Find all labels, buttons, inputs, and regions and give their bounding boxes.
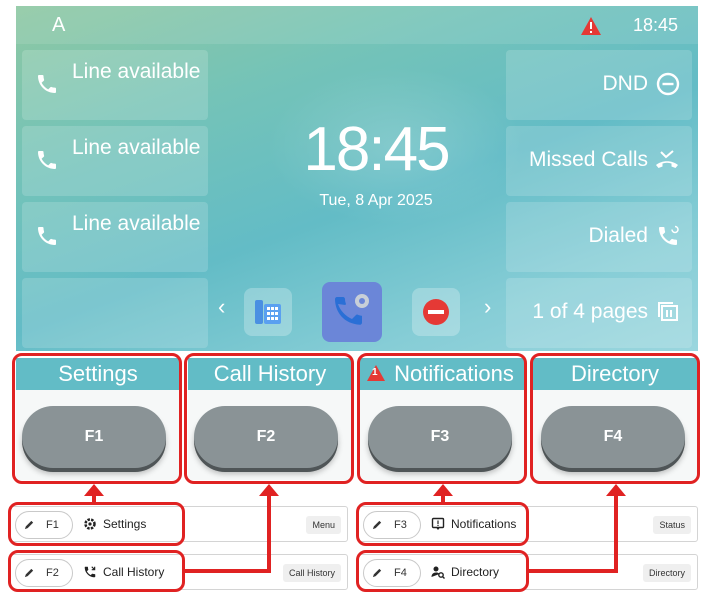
row-tag: Directory	[642, 564, 691, 582]
highlight-row-f4	[356, 550, 529, 592]
highlight-softkey-f1	[12, 353, 182, 484]
missed-calls-key[interactable]: Missed Calls	[506, 126, 692, 196]
dialed-key[interactable]: Dialed	[506, 202, 692, 272]
dnd-label: DND	[602, 72, 649, 95]
chevron-right-icon[interactable]: ›	[484, 294, 491, 320]
line-key-3[interactable]: Line available	[22, 202, 208, 272]
phone-icon	[35, 72, 59, 101]
line-key-label: Line available	[72, 136, 201, 159]
phone-icon	[35, 148, 59, 177]
status-bar: A 18:45	[16, 6, 698, 44]
chevron-left-icon[interactable]: ‹	[218, 294, 225, 320]
row-tag: Status	[653, 516, 691, 534]
row-tag: Menu	[306, 516, 341, 534]
missed-calls-label: Missed Calls	[528, 148, 648, 171]
missed-call-icon	[654, 148, 680, 177]
clock-time: 18:45	[303, 115, 450, 184]
arrow-up-icon	[606, 484, 626, 496]
phone-keypad-icon[interactable]	[244, 288, 292, 336]
pages-icon	[656, 300, 680, 329]
highlight-softkey-f2	[184, 353, 354, 484]
account-label: A	[52, 14, 66, 36]
status-time: 18:45	[632, 15, 678, 35]
dnd-key[interactable]: DND	[506, 50, 692, 120]
warning-icon[interactable]	[580, 16, 602, 41]
minus-circle-icon	[656, 72, 680, 101]
highlight-row-f1	[8, 502, 185, 546]
highlight-row-f2	[8, 550, 185, 592]
connector-f2-vertical	[267, 494, 271, 572]
line-key-1[interactable]: Line available	[22, 50, 208, 120]
line-key-label: Line available	[72, 60, 201, 83]
row-tag: Call History	[282, 564, 341, 582]
connector-f4-vertical	[614, 494, 618, 572]
dialed-call-icon	[656, 224, 680, 253]
highlight-row-f3	[356, 502, 529, 546]
no-entry-icon[interactable]	[412, 288, 460, 336]
arrow-up-icon	[84, 484, 104, 496]
line-key-label: Line available	[72, 212, 201, 235]
connector-f4-horizontal	[529, 569, 618, 573]
highlight-softkey-f3	[357, 353, 527, 484]
highlight-softkey-f4	[530, 353, 700, 484]
clock-date: Tue, 8 Apr 2025	[319, 192, 433, 209]
arrow-up-icon	[259, 484, 279, 496]
pages-label: 1 of 4 pages	[532, 300, 648, 323]
connector-f2-horizontal	[185, 569, 271, 573]
line-key-empty[interactable]	[22, 278, 208, 348]
phone-ui-diagram: A 18:45 Line available Line available Li…	[0, 0, 707, 592]
pages-key[interactable]: 1 of 4 pages	[506, 278, 692, 348]
phone-icon	[35, 224, 59, 253]
dialed-label: Dialed	[588, 224, 648, 247]
call-settings-icon[interactable]	[322, 282, 382, 342]
line-key-2[interactable]: Line available	[22, 126, 208, 196]
phone-screen: A 18:45 Line available Line available Li…	[16, 6, 698, 351]
arrow-up-icon	[433, 484, 453, 496]
